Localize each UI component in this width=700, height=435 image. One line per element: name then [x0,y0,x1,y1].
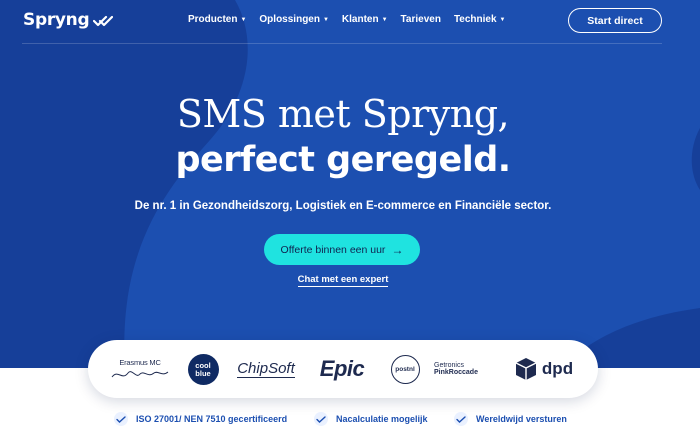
offerte-button-label: Offerte binnen een uur [280,243,386,256]
postnl-ring: postnl [390,354,420,384]
chevron-down-icon: ▼ [381,17,388,23]
check-icon [114,412,128,426]
brand-name: Spryng [23,10,90,30]
postnl-logo: postnl [388,340,422,398]
hero-subline: De nr. 1 in Gezondheidszorg, Logistiek e… [134,200,552,212]
dpd-logo: dpd [512,340,576,398]
menu-item-label: Techniek [453,14,497,25]
offerte-button[interactable]: Offerte binnen een uur → [264,234,420,265]
menu-item-tarieven[interactable]: Tarieven [401,14,441,25]
signature-scribble-icon [111,370,169,377]
double-check-icon [93,15,114,27]
chipsoft-logo: ChipSoft [234,340,298,398]
feature-item: ISO 27001/ NEN 7510 gecertificeerd [114,412,287,426]
menu-item-oplossingen[interactable]: Oplossingen ▼ [259,14,329,25]
menu-item-producten[interactable]: Producten ▼ [188,14,246,25]
brand-logo[interactable]: Spryng [23,10,114,30]
hero-headline-line1: SMS met Spryng, [176,92,510,136]
chat-expert-link-wrap: Chat met een expert [0,274,686,287]
getronics-pinkroccade-logo: Getronics PinkRoccade [434,340,498,398]
feature-list: ISO 27001/ NEN 7510 gecertificeerd Nacal… [0,412,700,432]
menu-item-label: Klanten [341,14,379,25]
chevron-down-icon: ▼ [322,17,329,23]
menu-item-techniek[interactable]: Techniek ▼ [454,14,506,25]
menu-item-label: Producten [188,14,238,25]
menu-item-label: Oplossingen [259,14,320,25]
feature-item: Nacalculatie mogelijk [314,412,428,426]
feature-label: Nacalculatie mogelijk [336,414,428,424]
chevron-down-icon: ▼ [499,17,506,23]
chat-expert-link[interactable]: Chat met een expert [297,274,389,287]
chipsoft-logo-text: ChipSoft [237,360,295,378]
start-direct-button[interactable]: Start direct [568,8,662,33]
getronics-text: Getronics [434,362,464,369]
hero-background-shape [0,0,700,368]
feature-item: Wereldwijd versturen [454,412,567,426]
erasmus-mc-logo: Erasmus MC [106,340,174,398]
main-menu: Producten ▼ Oplossingen ▼ Klanten ▼ Tari… [188,14,519,25]
check-icon [454,412,468,426]
hero-headline-line2: perfect geregeld. [175,140,511,180]
arrow-right-icon: → [391,242,404,257]
dpd-cube-icon [515,358,537,380]
erasmus-logo-text: Erasmus MC [119,357,161,367]
chevron-down-icon: ▼ [240,17,247,23]
menu-item-klanten[interactable]: Klanten ▼ [342,14,388,25]
check-icon [314,412,328,426]
coolblue-line2: blue [195,368,211,378]
coolblue-disc: cool blue [187,353,219,385]
coolblue-logo: cool blue [186,340,220,398]
feature-label: Wereldwijd versturen [476,414,567,424]
epic-logo: Epic [319,356,365,381]
top-navigation: Spryng Producten ▼ Oplossingen ▼ Klanten… [0,0,700,44]
hero-section: Spryng Producten ▼ Oplossingen ▼ Klanten… [0,0,700,368]
postnl-logo-text: postnl [395,365,415,373]
client-logo-bar: Erasmus MC cool blue ChipSoft Epic postn… [88,340,598,398]
feature-label: ISO 27001/ NEN 7510 gecertificeerd [136,414,288,424]
dpd-logo-text: dpd [541,359,574,378]
nav-divider [22,43,662,44]
pinkroccade-text: PinkRoccade [434,369,478,376]
menu-item-label: Tarieven [400,14,441,25]
